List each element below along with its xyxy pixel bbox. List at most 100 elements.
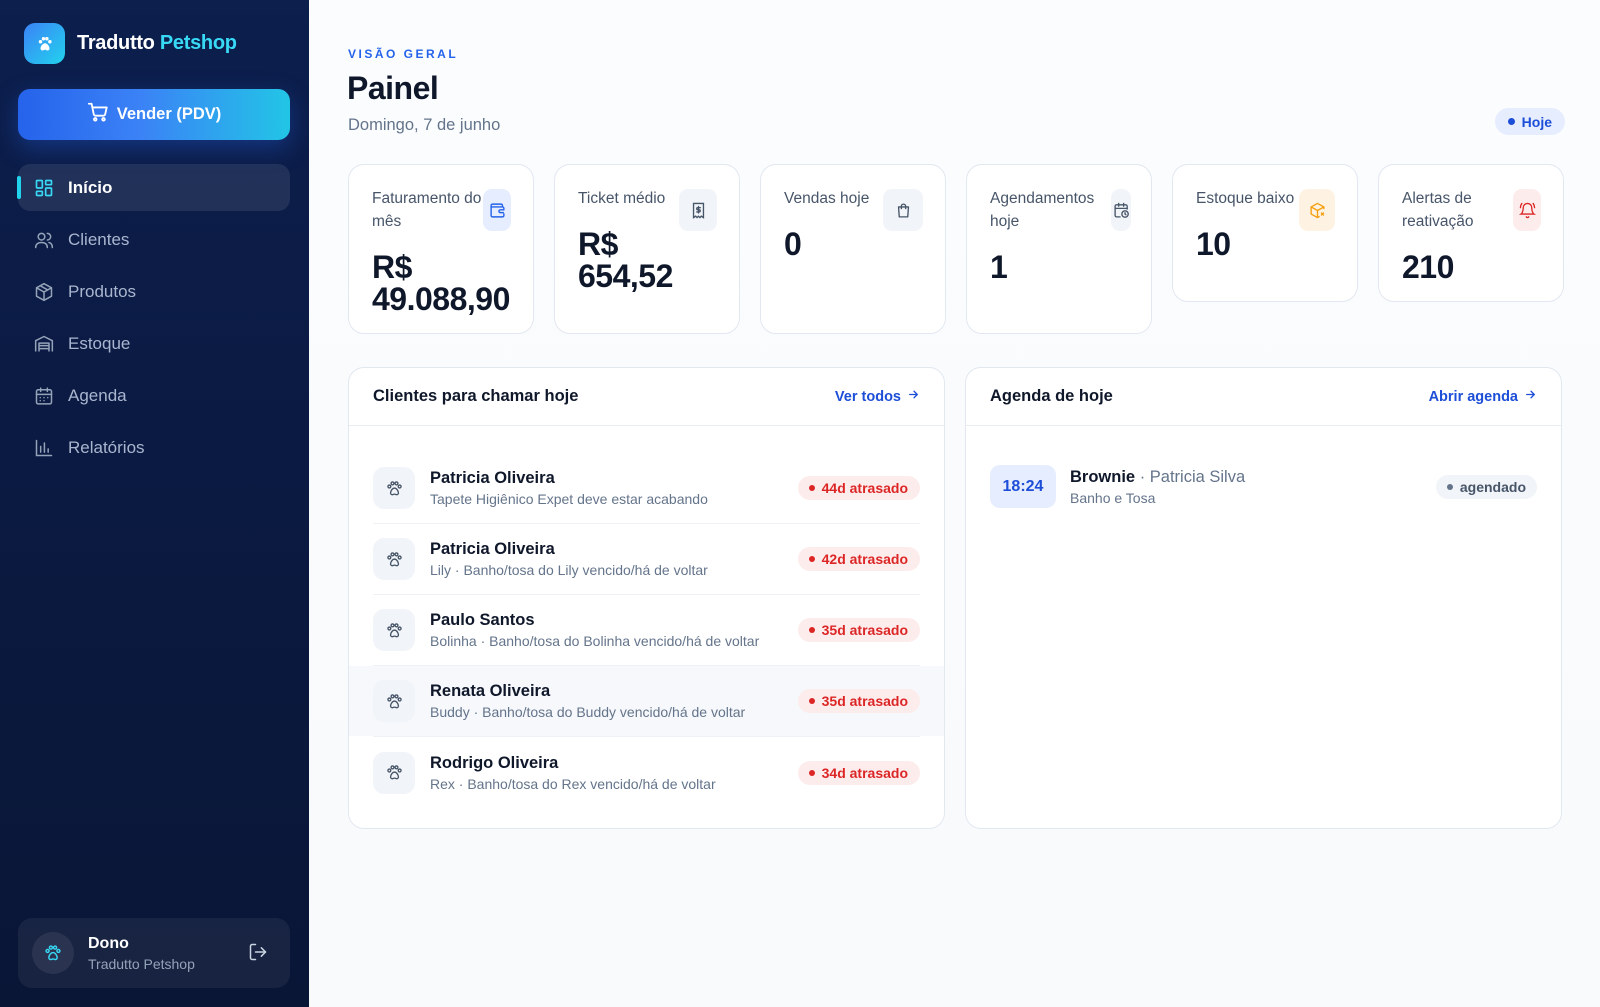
- open-agenda-link[interactable]: Abrir agenda: [1429, 388, 1537, 405]
- box-icon: [34, 282, 54, 302]
- panel-header: Clientes para chamar hoje Ver todos: [349, 368, 944, 426]
- row-text: Renata Oliveira Buddy · Banho/tosa do Bu…: [430, 682, 798, 720]
- list-item[interactable]: Renata Oliveira Buddy · Banho/tosa do Bu…: [349, 666, 944, 737]
- kpi-value: R$ 654,52: [578, 226, 673, 294]
- page-eyebrow: VISÃO GERAL: [348, 47, 459, 61]
- appointment-time: 18:24: [990, 465, 1056, 508]
- receipt-icon: [679, 189, 717, 231]
- dashboard-icon: [34, 178, 54, 198]
- client-detail: Tapete Higiênico Expet deve estar acaban…: [430, 491, 708, 507]
- dot-icon: [808, 627, 815, 633]
- kpi-label: Vendas hoje: [784, 190, 870, 207]
- shopping-bag-icon: [883, 189, 923, 231]
- main-content: VISÃO GERAL Painel Domingo, 7 de junho H…: [309, 0, 1600, 1007]
- bar-chart-icon: [34, 438, 54, 458]
- dot-icon: [808, 485, 815, 491]
- sidebar-item-inicio[interactable]: Início: [17, 164, 290, 211]
- kpi-card-revenue[interactable]: Faturamento do mês R$ 49.088,90: [348, 164, 534, 334]
- users-icon: [34, 230, 54, 250]
- today-label: Hoje: [1521, 113, 1552, 130]
- kpi-value: R$ 49.088,90: [372, 249, 510, 317]
- overdue-badge: 35d atrasado: [797, 618, 920, 642]
- overdue-badge: 42d atrasado: [797, 547, 920, 571]
- brand[interactable]: Tradutto Petshop: [24, 23, 237, 64]
- list-item[interactable]: Paulo Santos Bolinha · Banho/tosa do Bol…: [373, 595, 920, 666]
- overdue-label: 42d atrasado: [821, 551, 908, 567]
- client-name: Patricia Oliveira: [430, 540, 555, 558]
- sell-pdv-button[interactable]: Vender (PDV): [18, 89, 290, 140]
- kpi-label: Estoque baixo: [1196, 190, 1295, 207]
- kpi-value: 1: [990, 249, 1008, 285]
- sidebar-item-agenda[interactable]: Agenda: [18, 372, 290, 419]
- logout-icon[interactable]: [248, 942, 268, 967]
- calendar-icon: [34, 386, 54, 406]
- panel-title: Agenda de hoje: [990, 387, 1113, 405]
- arrow-right-icon: [907, 388, 920, 405]
- cart-icon: [87, 101, 109, 128]
- clients-to-call-panel: Clientes para chamar hoje Ver todos Patr…: [348, 367, 945, 829]
- sidebar-item-estoque[interactable]: Estoque: [18, 320, 290, 367]
- overdue-badge: 35d atrasado: [797, 689, 920, 713]
- brand-name-accent: Petshop: [159, 32, 237, 54]
- overdue-label: 35d atrasado: [821, 693, 908, 709]
- user-name: Dono: [88, 934, 129, 952]
- paw-icon: [373, 680, 415, 722]
- sidebar-item-produtos[interactable]: Produtos: [18, 268, 290, 315]
- overdue-label: 44d atrasado: [821, 480, 908, 496]
- dot-icon: [1446, 483, 1453, 490]
- arrow-right-icon: [1524, 388, 1537, 405]
- client-name: Paulo Santos: [430, 611, 535, 629]
- kpi-value: 10: [1196, 226, 1231, 262]
- sidebar-item-label: Início: [68, 177, 113, 197]
- kpi-value: 210: [1402, 249, 1454, 285]
- client-detail: Buddy · Banho/tosa do Buddy vencido/há d…: [430, 704, 746, 720]
- sidebar-item-label: Clientes: [68, 229, 130, 249]
- avatar: [32, 932, 74, 974]
- client-detail: Lily · Banho/tosa do Lily vencido/há de …: [430, 562, 708, 578]
- page-title: Painel: [347, 70, 439, 106]
- page-date: Domingo, 7 de junho: [348, 116, 501, 134]
- status-label: agendado: [1459, 478, 1526, 495]
- pet-name: Brownie: [1070, 467, 1136, 486]
- appointment-item[interactable]: 18:24 Brownie · Patricia Silva Banho e T…: [990, 465, 1537, 508]
- view-all-link[interactable]: Ver todos: [835, 388, 920, 405]
- warehouse-icon: [34, 334, 54, 354]
- list-item[interactable]: Rodrigo Oliveira Rex · Banho/tosa do Rex…: [373, 737, 920, 808]
- kpi-card-low-stock[interactable]: Estoque baixo 10: [1172, 164, 1358, 302]
- list-item[interactable]: Patricia Oliveira Tapete Higiênico Expet…: [373, 453, 920, 524]
- today-filter-pill[interactable]: Hoje: [1494, 108, 1565, 135]
- sidebar-item-label: Relatórios: [68, 437, 145, 457]
- paw-icon: [373, 467, 415, 509]
- clients-list: Patricia Oliveira Tapete Higiênico Expet…: [349, 426, 944, 808]
- kpi-card-sales-today[interactable]: Vendas hoje 0: [760, 164, 946, 334]
- sidebar-item-relatorios[interactable]: Relatórios: [18, 424, 290, 471]
- kpi-card-appointments-today[interactable]: Agendamentos hoje 1: [966, 164, 1152, 334]
- sidebar-item-clientes[interactable]: Clientes: [18, 216, 290, 263]
- kpi-label: Alertas de reativação: [1402, 190, 1474, 230]
- kpi-card-avg-ticket[interactable]: Ticket médio R$ 654,52: [554, 164, 740, 334]
- calendar-clock-icon: [1111, 189, 1131, 231]
- client-name: Patricia Oliveira: [430, 469, 555, 487]
- brand-name: Tradutto Petshop: [77, 32, 237, 55]
- row-text: Patricia Oliveira Tapete Higiênico Expet…: [430, 469, 798, 507]
- kpi-value: 0: [784, 226, 802, 262]
- user-store: Tradutto Petshop: [88, 955, 195, 972]
- panel-title: Clientes para chamar hoje: [373, 387, 579, 405]
- wallet-icon: [483, 189, 511, 231]
- list-item[interactable]: Patricia Oliveira Lily · Banho/tosa do L…: [373, 524, 920, 595]
- panel-header: Agenda de hoje Abrir agenda: [966, 368, 1561, 426]
- user-card: Dono Tradutto Petshop: [18, 918, 290, 988]
- appointment-title: Brownie · Patricia Silva: [1070, 468, 1436, 487]
- paw-icon: [373, 609, 415, 651]
- row-text: Patricia Oliveira Lily · Banho/tosa do L…: [430, 540, 798, 578]
- kpi-label: Ticket médio: [578, 190, 666, 207]
- dot-icon: [1507, 118, 1515, 125]
- kpi-card-reactivation-alerts[interactable]: Alertas de reativação 210: [1378, 164, 1564, 302]
- paw-icon: [24, 23, 65, 64]
- open-agenda-label: Abrir agenda: [1428, 388, 1518, 405]
- overdue-label: 34d atrasado: [821, 764, 908, 781]
- client-name: Rodrigo Oliveira: [430, 753, 559, 772]
- bell-icon: [1513, 189, 1541, 231]
- agenda-today-panel: Agenda de hoje Abrir agenda 18:24 Browni…: [965, 367, 1562, 829]
- sidebar-nav: Início Clientes Produtos Estoque Agenda: [17, 164, 290, 476]
